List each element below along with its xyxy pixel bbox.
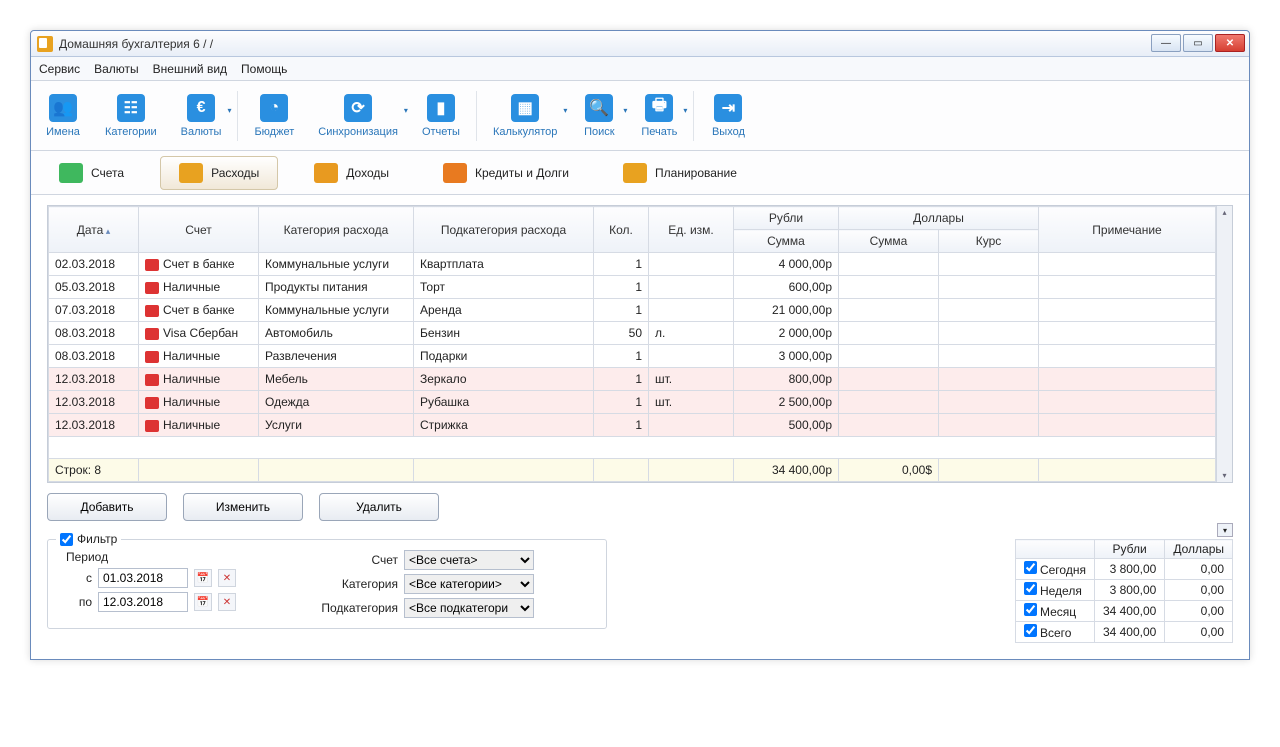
col-qty[interactable]: Кол. [594, 207, 649, 253]
col-account[interactable]: Счет [139, 207, 259, 253]
menubar: Сервис Валюты Внешний вид Помощь [31, 57, 1249, 81]
summary-rub: 34 400,00р [734, 459, 839, 482]
euro-icon: € [187, 94, 215, 122]
table-row[interactable]: 12.03.2018НаличныеУслугиСтрижка1500,00р [49, 414, 1216, 437]
app-window: Домашняя бухгалтерия 6 / / — ▭ ✕ Сервис … [30, 30, 1250, 660]
menu-help[interactable]: Помощь [241, 62, 287, 76]
chart-icon: ▮ [427, 94, 455, 122]
toolbar: 👥Имена ☷Категории €Валюты▾ ◔Бюджет ⟳Синх… [31, 81, 1249, 151]
titlebar: Домашняя бухгалтерия 6 / / — ▭ ✕ [31, 31, 1249, 57]
window-title: Домашняя бухгалтерия 6 / / [59, 37, 213, 51]
summary-rows: Строк: 8 [49, 459, 139, 482]
toolbar-categories[interactable]: ☷Категории [93, 90, 169, 142]
summary-row: Всего34 400,000,00 [1015, 622, 1232, 643]
col-date[interactable]: Дата [49, 207, 139, 253]
table-row[interactable]: 02.03.2018Счет в банкеКоммунальные услуг… [49, 253, 1216, 276]
maximize-button[interactable]: ▭ [1183, 34, 1213, 52]
filter-account-select[interactable]: <Все счета> [404, 550, 534, 570]
toolbar-search[interactable]: 🔍Поиск▾ [569, 90, 629, 142]
vertical-scrollbar[interactable]: ▴▾ [1216, 206, 1232, 482]
summary-usd: 0,00$ [839, 459, 939, 482]
sync-icon: ⟳ [344, 94, 372, 122]
tab-planning[interactable]: Планирование [605, 157, 755, 189]
filter-enable-checkbox[interactable] [60, 533, 73, 546]
calculator-icon: ▦ [511, 94, 539, 122]
gauge-icon: ◔ [260, 94, 288, 122]
col-subcategory[interactable]: Подкатегория расхода [414, 207, 594, 253]
planning-icon [623, 163, 647, 183]
people-icon: 👥 [49, 94, 77, 122]
summary-row: Строк: 8 34 400,00р 0,00$ [49, 459, 1216, 482]
toolbar-sync[interactable]: ⟳Синхронизация▾ [306, 90, 410, 142]
summary-row: Неделя3 800,000,00 [1015, 580, 1232, 601]
toolbar-budget[interactable]: ◔Бюджет [242, 90, 306, 142]
col-note[interactable]: Примечание [1039, 207, 1216, 253]
filter-subcategory-select[interactable]: <Все подкатегори [404, 598, 534, 618]
col-usd-sum[interactable]: Сумма [839, 230, 939, 253]
tab-income[interactable]: Доходы [296, 157, 407, 189]
summary-row: Месяц34 400,000,00 [1015, 601, 1232, 622]
date-to-input[interactable] [98, 592, 188, 612]
toolbar-names[interactable]: 👥Имена [33, 90, 93, 142]
col-rub-sum[interactable]: Сумма [734, 230, 839, 253]
table-row[interactable]: 05.03.2018НаличныеПродукты питанияТорт16… [49, 276, 1216, 299]
print-icon: 🖶 [645, 94, 673, 122]
toolbar-exit[interactable]: ⇥Выход [698, 90, 758, 142]
filter-category-select[interactable]: <Все категории> [404, 574, 534, 594]
menu-service[interactable]: Сервис [39, 62, 80, 76]
menu-currencies[interactable]: Валюты [94, 62, 139, 76]
summary-table: РублиДоллары Сегодня3 800,000,00 Неделя3… [1015, 539, 1233, 643]
summary-row: Сегодня3 800,000,00 [1015, 559, 1232, 580]
tabbar: Счета Расходы Доходы Кредиты и Долги Пла… [31, 151, 1249, 195]
expenses-grid: Дата Счет Категория расхода Подкатегория… [47, 205, 1233, 483]
date-from-input[interactable] [98, 568, 188, 588]
col-unit[interactable]: Ед. изм. [649, 207, 734, 253]
table-row[interactable]: 12.03.2018НаличныеМебельЗеркало1шт.800,0… [49, 368, 1216, 391]
collapse-toggle[interactable]: ▾ [1217, 523, 1233, 537]
minimize-button[interactable]: — [1151, 34, 1181, 52]
income-icon [314, 163, 338, 183]
clear-to-icon[interactable]: ✕ [218, 593, 236, 611]
col-usd-rate[interactable]: Курс [939, 230, 1039, 253]
expenses-icon [179, 163, 203, 183]
add-button[interactable]: Добавить [47, 493, 167, 521]
menu-view[interactable]: Внешний вид [153, 62, 227, 76]
toolbar-currencies[interactable]: €Валюты▾ [169, 90, 234, 142]
table-row[interactable]: 08.03.2018Visa СбербанАвтомобильБензин50… [49, 322, 1216, 345]
toolbar-reports[interactable]: ▮Отчеты [410, 90, 472, 142]
table-row[interactable]: 07.03.2018Счет в банкеКоммунальные услуг… [49, 299, 1216, 322]
edit-button[interactable]: Изменить [183, 493, 303, 521]
delete-button[interactable]: Удалить [319, 493, 439, 521]
table-row[interactable]: 08.03.2018НаличныеРазвлеченияПодарки13 0… [49, 345, 1216, 368]
col-usd[interactable]: Доллары [839, 207, 1039, 230]
tree-icon: ☷ [117, 94, 145, 122]
tab-credits[interactable]: Кредиты и Долги [425, 157, 587, 189]
tab-expenses[interactable]: Расходы [160, 156, 278, 190]
credits-icon [443, 163, 467, 183]
calendar-to-icon[interactable]: 📅 [194, 593, 212, 611]
toolbar-calc[interactable]: ▦Калькулятор▾ [481, 90, 569, 142]
toolbar-print[interactable]: 🖶Печать▾ [629, 90, 689, 142]
exit-icon: ⇥ [714, 94, 742, 122]
tab-accounts[interactable]: Счета [41, 157, 142, 189]
accounts-icon [59, 163, 83, 183]
col-category[interactable]: Категория расхода [259, 207, 414, 253]
search-icon: 🔍 [585, 94, 613, 122]
clear-from-icon[interactable]: ✕ [218, 569, 236, 587]
close-button[interactable]: ✕ [1215, 34, 1245, 52]
table-row[interactable]: 12.03.2018НаличныеОдеждаРубашка1шт.2 500… [49, 391, 1216, 414]
filter-panel: Фильтр Период с 📅 ✕ по 📅 ✕ Счет<Все счет… [47, 539, 607, 629]
calendar-from-icon[interactable]: 📅 [194, 569, 212, 587]
app-icon [37, 36, 53, 52]
col-rub[interactable]: Рубли [734, 207, 839, 230]
